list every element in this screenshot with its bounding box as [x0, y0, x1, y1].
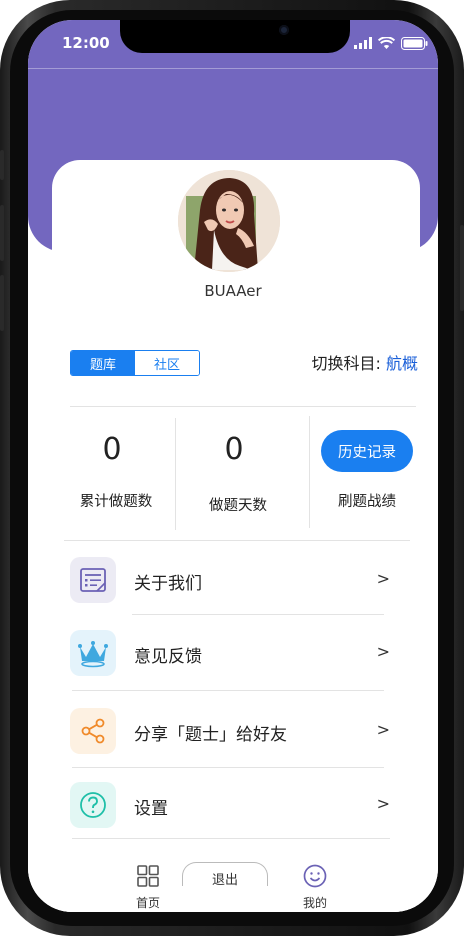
practice-days-label: 做题天数	[209, 498, 267, 514]
smile-icon	[303, 864, 327, 888]
phone-power-button	[460, 225, 464, 311]
app-screen: 12:00 BUAAer 题库 社区 切换科目: 航概 0 累计做题数 0 做题…	[28, 20, 438, 912]
subject-label: 切换科目:	[311, 354, 381, 373]
divider	[72, 838, 390, 839]
wifi-icon	[378, 37, 395, 49]
front-camera	[279, 25, 289, 35]
tab-home-label: 首页	[135, 896, 160, 910]
divider	[175, 418, 176, 530]
history-button[interactable]: 历史记录	[321, 430, 413, 472]
status-time: 12:00	[62, 34, 110, 52]
crown-icon	[70, 630, 116, 676]
chevron-right-icon: >	[376, 569, 390, 588]
signal-icon	[354, 37, 372, 49]
menu-item-share[interactable]: 分享「题士」给好友 >	[70, 708, 390, 756]
share-icon	[70, 708, 116, 754]
document-list-icon	[70, 557, 116, 603]
menu-item-about-us[interactable]: 关于我们 >	[70, 557, 390, 605]
grid-icon	[137, 865, 159, 887]
tab-community[interactable]: 社区	[135, 351, 199, 375]
chevron-right-icon: >	[376, 642, 390, 661]
subject-value: 航概	[385, 354, 418, 373]
tab-question-bank[interactable]: 题库	[71, 351, 135, 375]
tab-mine[interactable]: 我的	[285, 864, 345, 911]
notch	[120, 20, 350, 53]
divider	[72, 690, 384, 691]
menu-item-label: 关于我们	[134, 574, 202, 594]
menu-item-label: 意见反馈	[134, 647, 202, 667]
chevron-right-icon: >	[376, 720, 390, 739]
phone-volume-down	[0, 275, 4, 331]
bank-community-switch: 题库 社区	[70, 350, 200, 376]
avatar-illustration	[178, 170, 280, 272]
tab-home[interactable]: 首页	[118, 864, 178, 911]
divider	[70, 406, 416, 407]
phone-mute-switch	[0, 150, 4, 180]
help-circle-icon	[70, 782, 116, 828]
menu-item-settings[interactable]: 设置 >	[70, 782, 390, 830]
total-questions-label: 累计做题数	[79, 494, 153, 510]
tab-mine-label: 我的	[302, 896, 327, 910]
avatar[interactable]	[178, 170, 280, 272]
username: BUAAer	[204, 282, 262, 300]
status-icons	[354, 36, 428, 50]
divider	[72, 767, 384, 768]
menu-item-feedback[interactable]: 意见反馈 >	[70, 630, 390, 678]
practice-days-count: 0	[224, 432, 244, 467]
logout-button[interactable]: 退出	[182, 862, 268, 886]
battery-icon	[401, 36, 428, 50]
menu-item-label: 设置	[134, 799, 168, 819]
divider	[64, 540, 410, 541]
chevron-right-icon: >	[376, 794, 390, 813]
menu-item-label: 分享「题士」给好友	[134, 725, 287, 745]
practice-record-label: 刷题战绩	[338, 494, 396, 510]
divider	[132, 614, 384, 615]
total-questions-count: 0	[102, 432, 122, 467]
header-divider	[28, 68, 438, 69]
divider	[309, 416, 310, 528]
phone-volume-up	[0, 205, 4, 261]
subject-switcher[interactable]: 切换科目: 航概	[311, 350, 418, 374]
